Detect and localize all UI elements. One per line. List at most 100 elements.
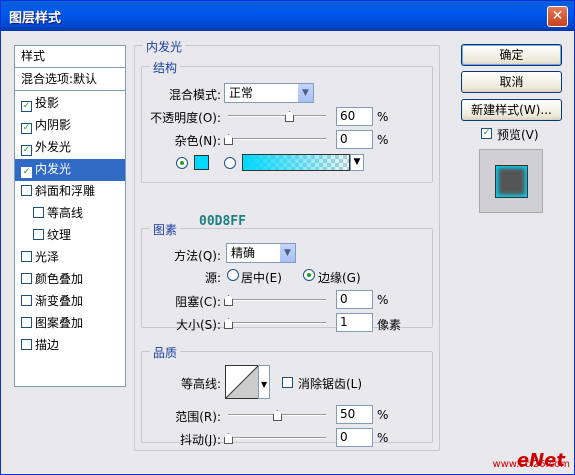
sidebar-item[interactable]: ✓ 投影	[15, 93, 125, 115]
contour-curve-icon	[225, 365, 259, 399]
sidebar-item[interactable]: 图案叠加	[15, 313, 125, 335]
choke-input[interactable]: 0	[336, 290, 373, 309]
sidebar-item[interactable]: ✓ 外发光	[15, 137, 125, 159]
sidebar-item[interactable]: 渐变叠加	[15, 291, 125, 313]
jitter-slider-track[interactable]	[228, 437, 326, 439]
size-slider-track[interactable]	[228, 322, 326, 324]
size-label: 大小(S):	[175, 318, 221, 332]
gradient-radio[interactable]	[224, 157, 236, 169]
jitter-input[interactable]: 0	[336, 428, 373, 447]
antialias-checkbox[interactable]	[282, 377, 293, 388]
center-radio[interactable]	[227, 269, 239, 281]
sidebar-item[interactable]: 描边	[15, 335, 125, 357]
contour-dropdown[interactable]: ▼	[258, 365, 270, 399]
style-checkbox[interactable]	[21, 185, 32, 196]
antialias-label: 消除锯齿(L)	[298, 377, 363, 391]
range-percent: %	[377, 408, 389, 422]
close-button[interactable]: ✕	[547, 6, 568, 27]
noise-slider-track[interactable]	[228, 138, 326, 140]
blend-mode-value: 正常	[229, 86, 254, 100]
method-select[interactable]: 精确 ▼	[226, 243, 296, 263]
sidebar-item-label: 光泽	[35, 250, 60, 264]
style-checkbox[interactable]	[21, 251, 32, 262]
noise-percent: %	[377, 133, 389, 147]
noise-label: 杂色(N):	[174, 134, 221, 148]
jitter-label: 抖动(J):	[180, 433, 221, 447]
range-label: 范围(R):	[175, 410, 221, 424]
edge-label: 边缘(G)	[318, 271, 361, 285]
blend-mode-select[interactable]: 正常 ▼	[224, 83, 314, 103]
sidebar-item-label: 颜色叠加	[35, 272, 84, 286]
style-checkbox[interactable]	[33, 207, 44, 218]
noise-input[interactable]: 0	[336, 130, 373, 149]
watermark-url: www.sci26.com	[492, 459, 570, 470]
preview-label: 预览(V)	[497, 128, 539, 142]
gradient-dropdown[interactable]: ▼	[350, 154, 364, 171]
solid-color-radio[interactable]	[176, 157, 188, 169]
style-checkbox[interactable]: ✓	[21, 101, 32, 112]
edge-radio[interactable]	[303, 269, 315, 281]
sidebar-item[interactable]: 颜色叠加	[15, 269, 125, 291]
sidebar-item-label: 投影	[35, 96, 60, 110]
sidebar-item[interactable]: ✓ 内阴影	[15, 115, 125, 137]
chevron-down-icon: ▼	[261, 380, 268, 389]
gradient-picker[interactable]	[242, 154, 350, 171]
style-checkbox[interactable]: ✓	[21, 123, 32, 134]
style-checkbox[interactable]	[21, 317, 32, 328]
new-style-button[interactable]: 新建样式(W)...	[461, 99, 562, 121]
dialog-body: 样式 混合选项:默认 ✓ 投影 ✓ 内阴影 ✓ 外发光 ✓ 内发光 斜面和浮雕 等高线 纹理 光泽 颜色…	[4, 31, 571, 473]
sidebar-item[interactable]: 纹理	[15, 225, 125, 247]
style-preview	[479, 149, 543, 213]
contour-picker[interactable]	[225, 365, 259, 399]
style-checkbox[interactable]	[33, 229, 44, 240]
ok-button[interactable]: 确定	[461, 44, 562, 66]
sidebar-item[interactable]: 斜面和浮雕	[15, 181, 125, 203]
style-checkbox[interactable]	[21, 273, 32, 284]
style-checkbox[interactable]: ✓	[21, 167, 32, 178]
window-title: 图层样式	[9, 11, 62, 26]
sidebar-item[interactable]: 光泽	[15, 247, 125, 269]
preview-checkbox[interactable]: ✓	[481, 128, 492, 139]
elements-title: 图素	[150, 221, 181, 238]
jitter-percent: %	[377, 431, 389, 445]
sidebar-item-label: 渐变叠加	[35, 294, 84, 308]
choke-percent: %	[377, 293, 389, 307]
opacity-label: 不透明度(O):	[150, 111, 221, 125]
opacity-input[interactable]: 60	[336, 107, 373, 126]
quality-title: 品质	[150, 344, 181, 361]
sidebar-item-label: 描边	[35, 338, 60, 352]
contour-label: 等高线:	[180, 377, 221, 391]
style-checkbox[interactable]: ✓	[21, 145, 32, 156]
chevron-down-icon: ▼	[279, 244, 295, 262]
preview-thumbnail	[495, 165, 528, 198]
style-checkbox[interactable]	[21, 295, 32, 306]
choke-slider-track[interactable]	[228, 299, 326, 301]
style-list: 样式 混合选项:默认 ✓ 投影 ✓ 内阴影 ✓ 外发光 ✓ 内发光 斜面和浮雕 等高线 纹理 光泽 颜色…	[14, 45, 126, 387]
sidebar-item-label: 内发光	[35, 162, 72, 176]
range-input[interactable]: 50	[336, 405, 373, 424]
inner-glow-title: 内发光	[143, 38, 186, 55]
sidebar-item-label: 图案叠加	[35, 316, 84, 330]
sidebar-item-label: 外发光	[35, 140, 72, 154]
style-checkbox[interactable]	[21, 339, 32, 350]
opacity-percent: %	[377, 110, 389, 124]
structure-title: 结构	[150, 59, 181, 76]
style-list-header[interactable]: 样式	[15, 46, 125, 68]
size-input[interactable]: 1	[336, 313, 373, 332]
center-label: 居中(E)	[241, 271, 282, 285]
color-hex-annotation: 00D8FF	[199, 214, 246, 229]
sidebar-item[interactable]: ✓ 内发光	[15, 159, 125, 181]
method-value: 精确	[231, 246, 256, 260]
blend-options-item[interactable]: 混合选项:默认	[15, 69, 125, 91]
chevron-down-icon: ▼	[297, 84, 313, 102]
method-label: 方法(Q):	[174, 249, 221, 263]
opacity-slider-track[interactable]	[228, 115, 326, 117]
size-unit: 像素	[377, 318, 402, 332]
source-label: 源:	[204, 271, 221, 285]
glow-color-swatch[interactable]	[194, 155, 209, 170]
sidebar-item-label: 等高线	[47, 206, 84, 220]
blend-mode-label: 混合模式:	[168, 88, 221, 102]
chevron-down-icon: ▼	[351, 155, 363, 170]
cancel-button[interactable]: 取消	[461, 71, 562, 93]
sidebar-item[interactable]: 等高线	[15, 203, 125, 225]
